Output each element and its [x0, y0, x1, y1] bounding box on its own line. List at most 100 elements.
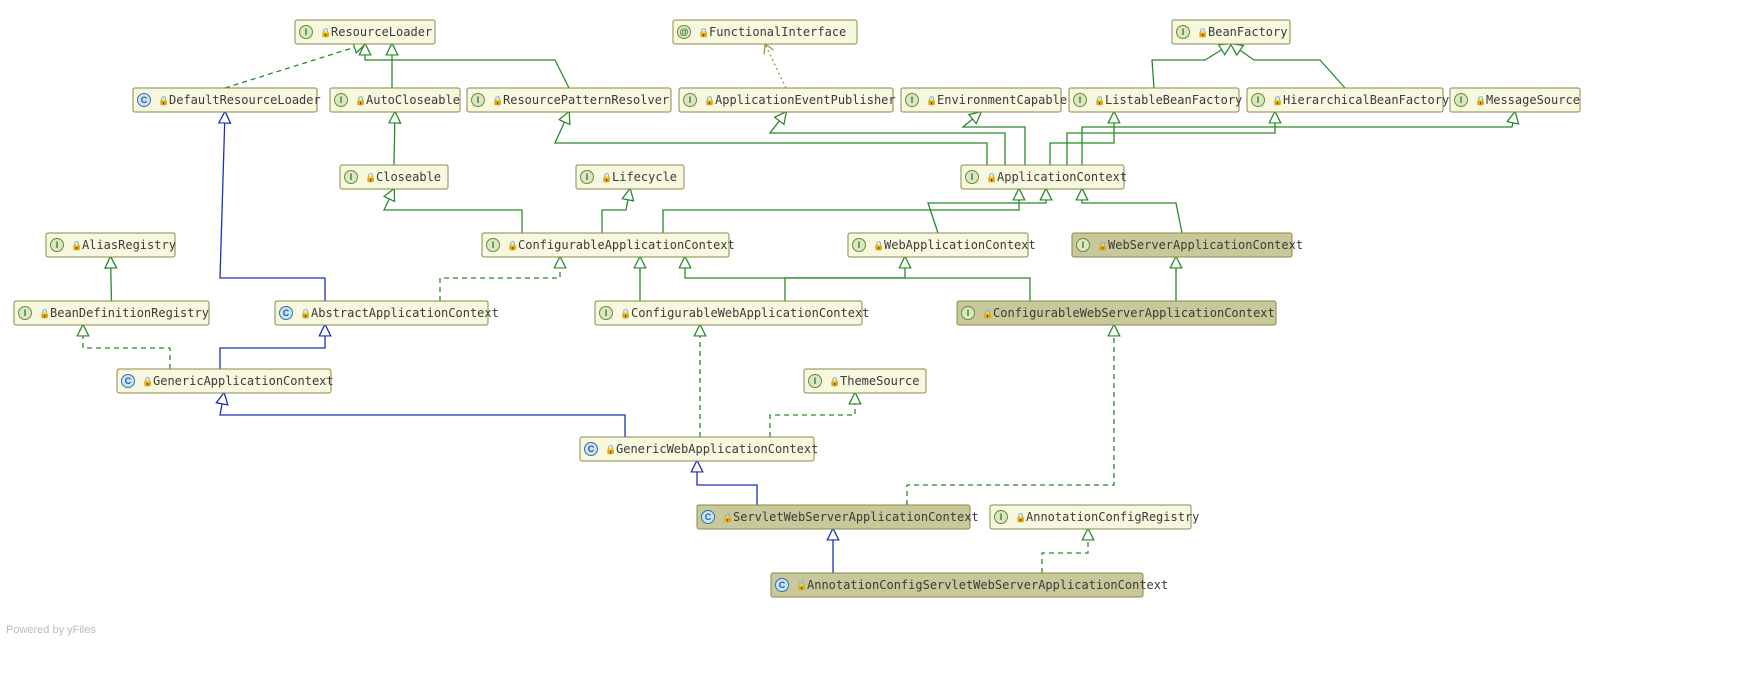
- node-Lifecycle[interactable]: I 🔒Lifecycle: [576, 165, 684, 189]
- node-label: AbstractApplicationContext: [311, 306, 499, 320]
- node-label: DefaultResourceLoader: [169, 93, 321, 107]
- svg-text:C: C: [705, 512, 712, 522]
- node-FunctionalInterface[interactable]: @🔒FunctionalInterface: [673, 20, 857, 44]
- node-label: EnvironmentCapable: [937, 93, 1067, 107]
- node-BeanFactory[interactable]: I🔒BeanFactory: [1172, 20, 1290, 44]
- lock-icon: 🔒: [1197, 28, 1208, 38]
- svg-text:I: I: [971, 172, 974, 182]
- svg-text:I: I: [967, 308, 970, 318]
- edge-realize: [394, 112, 395, 165]
- node-label: ListableBeanFactory: [1105, 93, 1242, 107]
- svg-text:I: I: [1082, 240, 1085, 250]
- node-ResourceLoader[interactable]: I🔒ResourceLoader: [295, 20, 435, 44]
- node-ApplicationEventPublisher[interactable]: I🔒ApplicationEventPublisher: [679, 88, 896, 112]
- node-AnnotationConfigServletWebServerApplicationContext[interactable]: C🔒AnnotationConfigServletWebServerApplic…: [771, 573, 1168, 597]
- node-ServletWebServerApplicationContext[interactable]: C 🔒ServletWebServerApplicationContext: [697, 505, 979, 529]
- lock-icon: 🔒: [704, 96, 715, 106]
- uml-diagram: I🔒ResourceLoader@🔒FunctionalInterfaceI🔒B…: [0, 0, 1748, 684]
- node-GenericApplicationContext[interactable]: C🔒GenericApplicationContext: [117, 369, 334, 393]
- node-label: ConfigurableWebServerApplicationContext: [993, 306, 1275, 320]
- node-label: AutoCloseable: [366, 93, 460, 107]
- node-label: WebApplicationContext: [884, 238, 1036, 252]
- edge-realize: [1082, 189, 1182, 233]
- edge-ext: [220, 393, 625, 437]
- node-ApplicationContext[interactable]: I🔒ApplicationContext: [961, 165, 1127, 189]
- lock-icon: 🔒: [620, 309, 631, 319]
- node-EnvironmentCapable[interactable]: I 🔒EnvironmentCapable: [901, 88, 1067, 112]
- node-HierarchicalBeanFactory[interactable]: I🔒HierarchicalBeanFactory: [1247, 88, 1449, 112]
- node-label: Lifecycle: [612, 170, 677, 184]
- svg-text:C: C: [779, 580, 786, 590]
- edge-ext: [220, 325, 325, 369]
- node-label: HierarchicalBeanFactory: [1283, 93, 1449, 107]
- edge-realize: [785, 257, 905, 301]
- node-BeanDefinitionRegistry[interactable]: I 🔒BeanDefinitionRegistry: [14, 301, 209, 325]
- node-ResourcePatternResolver[interactable]: I🔒ResourcePatternResolver: [467, 88, 671, 112]
- node-AliasRegistry[interactable]: I🔒AliasRegistry: [46, 233, 176, 257]
- lock-icon: 🔒: [601, 173, 612, 183]
- edge-realize: [1152, 44, 1231, 88]
- lock-icon: 🔒: [722, 513, 733, 523]
- node-label: BeanDefinitionRegistry: [50, 306, 209, 320]
- svg-text:I: I: [56, 240, 59, 250]
- lock-icon: 🔒: [39, 309, 50, 319]
- node-WebApplicationContext[interactable]: I🔒WebApplicationContext: [848, 233, 1036, 257]
- node-GenericWebApplicationContext[interactable]: C🔒GenericWebApplicationContext: [580, 437, 818, 461]
- node-ConfigurableWebServerApplicationContext[interactable]: I 🔒ConfigurableWebServerApplicationContex…: [957, 301, 1276, 325]
- node-AbstractApplicationContext[interactable]: C🔒AbstractApplicationContext: [275, 301, 499, 325]
- node-label: ServletWebServerApplicationContext: [733, 510, 979, 524]
- svg-text:I: I: [1257, 95, 1260, 105]
- node-MessageSource[interactable]: I🔒MessageSource: [1450, 88, 1580, 112]
- lock-icon: 🔒: [158, 96, 169, 106]
- lock-icon: 🔒: [926, 96, 937, 106]
- node-ThemeSource[interactable]: I🔒ThemeSource: [804, 369, 926, 393]
- svg-text:I: I: [492, 240, 495, 250]
- lock-icon: 🔒: [873, 241, 884, 251]
- node-label: AnnotationConfigRegistry: [1026, 510, 1199, 524]
- edge-realize: [1082, 112, 1515, 165]
- edge-realize: [384, 189, 522, 233]
- svg-text:@: @: [680, 27, 689, 37]
- lock-icon: 🔒: [355, 96, 366, 106]
- edge-realize: [555, 112, 987, 165]
- svg-text:I: I: [1460, 95, 1463, 105]
- lock-icon: 🔒: [982, 309, 993, 319]
- svg-text:C: C: [125, 376, 132, 386]
- lock-icon: 🔒: [320, 28, 331, 38]
- svg-text:I: I: [24, 308, 27, 318]
- node-label: BeanFactory: [1208, 25, 1287, 39]
- svg-text:I: I: [586, 172, 589, 182]
- node-WebServerApplicationContext[interactable]: I🔒WebServerApplicationContext: [1072, 233, 1303, 257]
- edge-realize: [1067, 112, 1275, 165]
- node-AnnotationConfigRegistry[interactable]: I🔒AnnotationConfigRegistry: [990, 505, 1199, 529]
- node-label: ResourcePatternResolver: [503, 93, 669, 107]
- node-ListableBeanFactory[interactable]: I 🔒ListableBeanFactory: [1069, 88, 1242, 112]
- edge-realize: [928, 189, 1046, 233]
- svg-text:I: I: [911, 95, 914, 105]
- svg-text:I: I: [350, 172, 353, 182]
- node-label: ThemeSource: [840, 374, 919, 388]
- edge-impl: [1042, 529, 1088, 573]
- node-AutoCloseable[interactable]: I 🔒AutoCloseable: [330, 88, 460, 112]
- svg-text:I: I: [814, 376, 817, 386]
- lock-icon: 🔒: [1094, 96, 1105, 106]
- edge-realize: [602, 189, 630, 233]
- lock-icon: 🔒: [698, 28, 709, 38]
- svg-text:I: I: [340, 95, 343, 105]
- node-label: ApplicationContext: [997, 170, 1127, 184]
- node-Closeable[interactable]: I🔒Closeable: [340, 165, 448, 189]
- node-DefaultResourceLoader[interactable]: C🔒DefaultResourceLoader: [133, 88, 321, 112]
- lock-icon: 🔒: [1097, 241, 1108, 251]
- lock-icon: 🔒: [1015, 513, 1026, 523]
- node-ConfigurableApplicationContext[interactable]: I🔒ConfigurableApplicationContext: [482, 233, 735, 257]
- lock-icon: 🔒: [142, 377, 153, 387]
- node-label: AliasRegistry: [82, 238, 176, 252]
- edge-realize: [770, 112, 1005, 165]
- edge-impl: [225, 44, 365, 88]
- svg-text:I: I: [605, 308, 608, 318]
- lock-icon: 🔒: [1475, 96, 1486, 106]
- svg-text:I: I: [1079, 95, 1082, 105]
- node-label: AnnotationConfigServletWebServerApplicat…: [807, 578, 1168, 592]
- node-ConfigurableWebApplicationContext[interactable]: I 🔒ConfigurableWebApplicationContext: [595, 301, 869, 325]
- node-label: ConfigurableWebApplicationContext: [631, 306, 869, 320]
